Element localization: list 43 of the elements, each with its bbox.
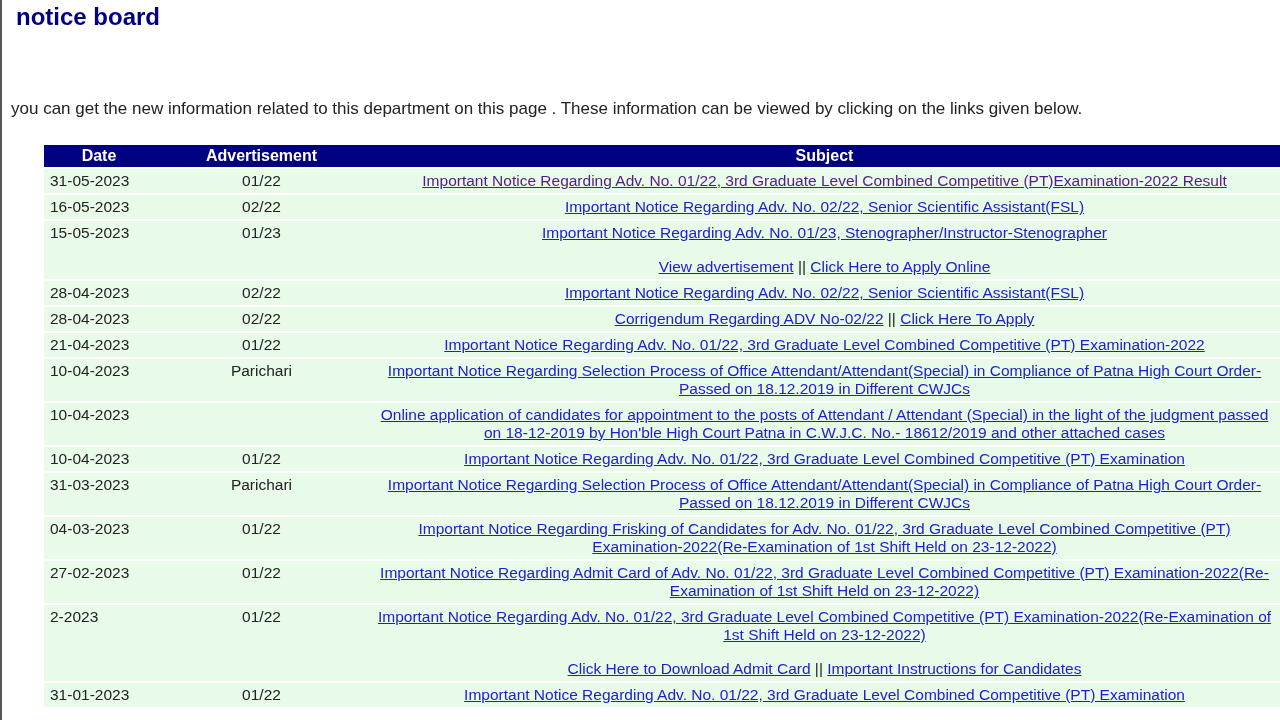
date-text: 21-04-2023	[50, 336, 130, 353]
date-text: 31-01-2023	[50, 686, 130, 703]
advertisement-text: 01/22	[242, 608, 281, 625]
link-separator: ||	[814, 660, 823, 677]
advertisement-text: 01/22	[242, 520, 281, 537]
date-text: 16-05-2023	[50, 198, 130, 215]
date-text: 27-02-2023	[50, 564, 130, 581]
date-text: 04-03-2023	[50, 520, 130, 537]
advertisement-text: Parichari	[230, 362, 293, 379]
advertisement-text: 01/22	[242, 564, 281, 581]
date-text: 2-2023	[50, 608, 99, 625]
column-header: Date	[44, 145, 154, 168]
notice-link[interactable]: Important Instructions for Candidates	[827, 660, 1082, 678]
advertisement-text: Parichari	[230, 476, 293, 493]
notice-link[interactable]: Click Here to Apply Online	[810, 258, 991, 276]
page-title: notice board	[15, 2, 161, 32]
notice-link[interactable]: Click Here To Apply	[900, 310, 1035, 328]
advertisement-text: 01/22	[242, 336, 281, 353]
advertisement-text: 01/22	[242, 172, 281, 189]
notice-link[interactable]: Important Notice Regarding Adv. No. 01/22, 3rd Graduate Level Combined Competitive (PT) Examination-2022(Re-Examination of 1st Shift Held on 23-12-2022)	[375, 608, 1274, 644]
notice-link[interactable]: View advertisement	[658, 258, 794, 276]
advertisement-text: 01/22	[242, 686, 281, 703]
date-text: 28-04-2023	[50, 284, 130, 301]
intro-text: you can get the new information related to this department on this page . These information can be viewed by clicking on the links given below.	[11, 98, 1084, 120]
date-text: 10-04-2023	[50, 450, 130, 467]
column-header: Advertisement	[154, 145, 369, 168]
date-text: 31-03-2023	[50, 476, 130, 493]
advertisement-text: 02/22	[242, 198, 281, 215]
date-text: 31-05-2023	[50, 172, 130, 189]
column-header: Subject	[369, 145, 1280, 168]
link-separator: ||	[887, 310, 896, 327]
advertisement-text: 02/22	[242, 284, 281, 301]
notice-link[interactable]: Click Here to Download Admit Card	[567, 660, 811, 678]
date-text: 10-04-2023	[50, 406, 130, 423]
date-text: 10-04-2023	[50, 362, 130, 379]
advertisement-text: 01/23	[242, 224, 281, 241]
advertisement-text: 01/22	[242, 450, 281, 467]
link-separator: ||	[797, 258, 806, 275]
date-text: 28-04-2023	[50, 310, 130, 327]
notice-link[interactable]: Corrigendum Regarding ADV No-02/22	[614, 310, 884, 328]
notice-link[interactable]: Important Notice Regarding Adv. No. 01/23, Stenographer/Instructor-Stenographer	[542, 224, 1107, 242]
date-text: 15-05-2023	[50, 224, 130, 241]
advertisement-text: 02/22	[242, 310, 281, 327]
